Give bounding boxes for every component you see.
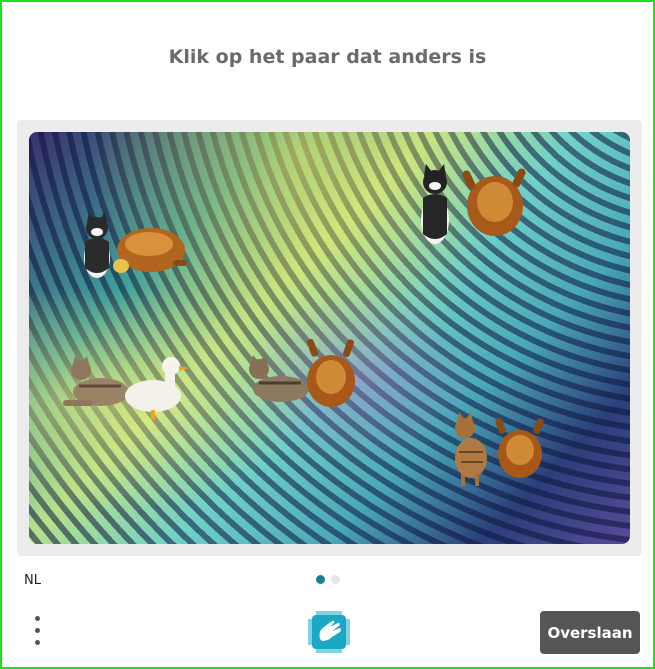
skip-button[interactable]: Overslaan xyxy=(540,611,640,654)
roast-chicken-icon xyxy=(113,228,187,273)
captcha-frame: Klik op het paar dat anders is NL Oversl… xyxy=(0,0,655,669)
pair-cat-chicken-3[interactable] xyxy=(241,337,361,417)
challenge-image[interactable] xyxy=(29,132,630,544)
pair-cat-chicken-2[interactable] xyxy=(415,162,535,248)
vertical-dots-icon[interactable] xyxy=(30,614,46,650)
challenge-stage xyxy=(17,120,642,556)
cat-icon xyxy=(249,355,309,402)
roast-chicken-icon xyxy=(306,339,355,407)
roast-chicken-icon xyxy=(495,417,544,478)
language-selector[interactable]: NL xyxy=(24,573,41,588)
roast-chicken-icon xyxy=(462,168,526,236)
cat-icon xyxy=(421,164,449,244)
pair-cat-chicken-4[interactable] xyxy=(447,410,547,490)
pair-cat-chicken-1[interactable] xyxy=(79,212,189,282)
cat-icon xyxy=(63,356,129,406)
page-dot-active[interactable] xyxy=(316,575,325,584)
cat-icon xyxy=(455,412,487,486)
hcaptcha-hand-icon xyxy=(308,611,350,653)
pair-cat-duck[interactable] xyxy=(61,352,191,422)
duck-icon xyxy=(125,357,189,420)
page-dot[interactable] xyxy=(331,575,340,584)
challenge-prompt: Klik op het paar dat anders is xyxy=(168,46,487,68)
